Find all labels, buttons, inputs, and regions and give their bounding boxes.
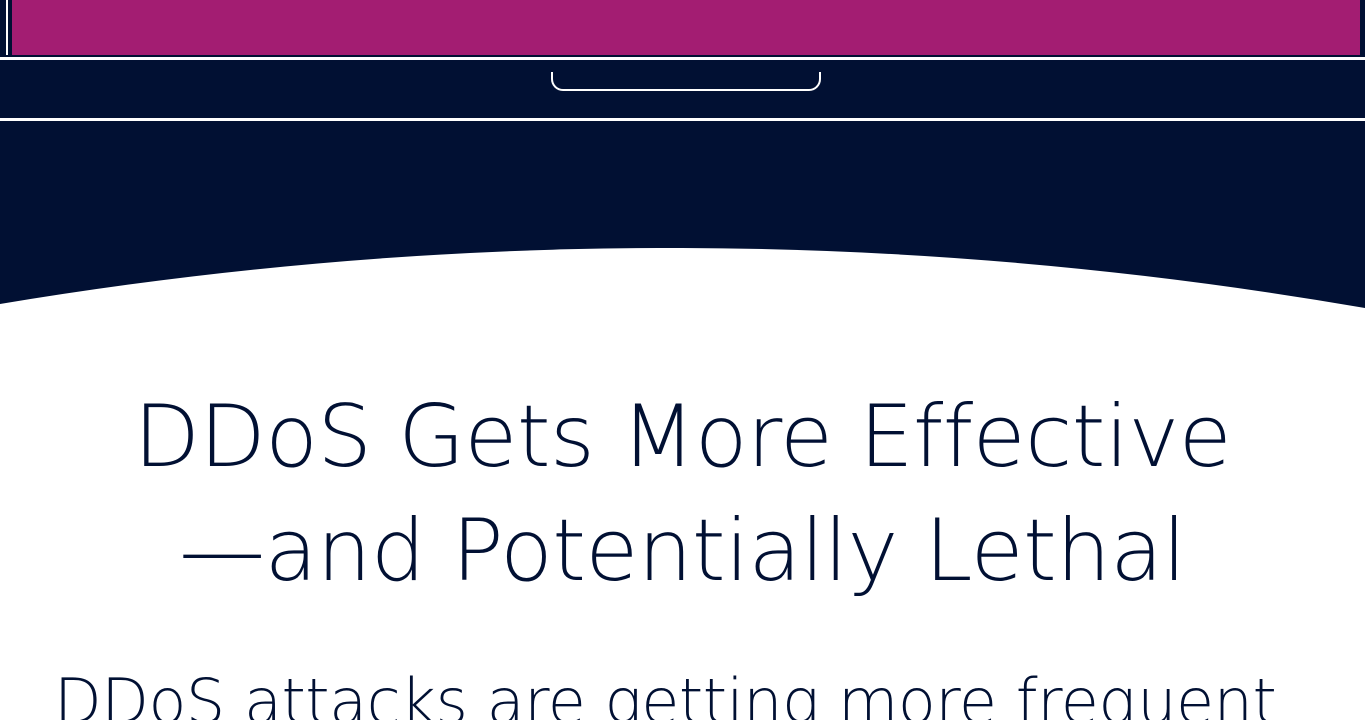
page: DDoS Gets More Effective —and Potentiall… xyxy=(0,0,1365,720)
panel-edge-accent xyxy=(6,0,8,55)
article-title-line-2: —and Potentially Lethal xyxy=(179,501,1186,601)
article-intro-text: DDoS attacks are getting more frequent xyxy=(54,665,1277,720)
device-notch-outline xyxy=(551,72,821,91)
article-title: DDoS Gets More Effective —and Potentiall… xyxy=(0,380,1365,608)
article-title-line-1: DDoS Gets More Effective xyxy=(133,387,1232,487)
divider-line xyxy=(0,118,1365,121)
banner-curve xyxy=(0,248,1365,338)
divider-line xyxy=(0,57,1365,60)
magenta-panel xyxy=(12,0,1360,55)
